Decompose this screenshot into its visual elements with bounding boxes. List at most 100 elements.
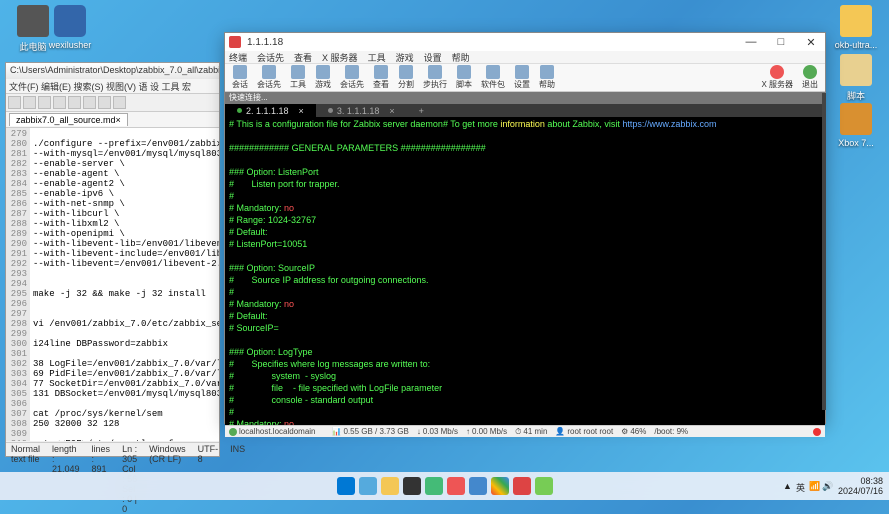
status-net-up: 0.00 Mb/s bbox=[472, 427, 507, 436]
xshell-tool-9[interactable]: 软件包 bbox=[478, 65, 508, 90]
taskbar-terminal[interactable] bbox=[403, 477, 421, 495]
npp-status-eol: Windows (CR LF) bbox=[149, 444, 186, 455]
tray-network-icon[interactable]: 📶 bbox=[809, 481, 819, 491]
xshell-window: 1.1.1.18 — □ ✕ 终端会话先查看X 服务器工具游戏设置帮助 会话会话… bbox=[224, 32, 826, 424]
tab-close-icon[interactable]: × bbox=[299, 106, 304, 116]
connection-dot-icon bbox=[328, 108, 333, 113]
xshell-right-gutter bbox=[822, 93, 826, 410]
clock-date: 2024/07/16 bbox=[838, 486, 883, 496]
npp-tool-new[interactable] bbox=[8, 96, 21, 109]
taskbar-clock[interactable]: 08:38 2024/07/16 bbox=[838, 476, 883, 496]
xshell-menu-item[interactable]: 帮助 bbox=[452, 51, 470, 63]
session-tab[interactable]: 2. 1.1.1.18 × bbox=[225, 104, 316, 117]
status-host: localhost.localdomain bbox=[239, 427, 316, 436]
taskbar-explorer[interactable] bbox=[381, 477, 399, 495]
taskbar-chrome[interactable] bbox=[491, 477, 509, 495]
xshell-tool-10[interactable]: 设置 bbox=[511, 65, 533, 90]
status-net-down: 0.03 Mb/s bbox=[423, 427, 458, 436]
xshell-session-tabs: 2. 1.1.1.18 ×3. 1.1.1.18 ×+ bbox=[225, 104, 825, 117]
minimize-icon[interactable]: — bbox=[741, 36, 761, 49]
xshell-menu-item[interactable]: 会话先 bbox=[257, 51, 284, 63]
desktop-icon-app[interactable]: wexilusher bbox=[42, 5, 98, 50]
npp-tool-copy[interactable] bbox=[68, 96, 81, 109]
exit-button[interactable]: 退出 bbox=[799, 65, 821, 90]
xshell-app-icon bbox=[229, 36, 241, 48]
new-tab-button[interactable]: + bbox=[407, 104, 436, 117]
npp-tool-cut[interactable] bbox=[53, 96, 66, 109]
xshell-tool-5[interactable]: 查看 bbox=[370, 65, 392, 90]
tab-close-icon[interactable]: × bbox=[389, 106, 394, 116]
xshell-tool-8[interactable]: 脚本 bbox=[453, 65, 475, 90]
npp-tabbar: zabbix7.0_all_source.md× bbox=[6, 112, 219, 128]
npp-tool-save[interactable] bbox=[38, 96, 51, 109]
windows-taskbar: ▲ 英 📶 🔊 08:38 2024/07/16 bbox=[0, 472, 889, 500]
xshell-terminal[interactable]: # This is a configuration file for Zabbi… bbox=[225, 117, 825, 425]
taskbar-center bbox=[337, 477, 553, 495]
npp-tool-undo[interactable] bbox=[98, 96, 111, 109]
status-alert-icon[interactable] bbox=[813, 428, 821, 436]
clock-time: 08:38 bbox=[838, 476, 883, 486]
xshell-menu-item[interactable]: 终端 bbox=[229, 51, 247, 63]
status-cpu: 46% bbox=[630, 427, 646, 436]
taskbar-app1[interactable] bbox=[425, 477, 443, 495]
npp-titlebar[interactable]: C:\Users\Administrator\Desktop\zabbix_7.… bbox=[6, 63, 219, 79]
npp-status-lines: lines : 891 bbox=[92, 444, 111, 455]
xshell-menu-item[interactable]: 游戏 bbox=[396, 51, 414, 63]
status-boot: /boot: 9% bbox=[654, 427, 688, 436]
xshell-tool-3[interactable]: 游戏 bbox=[312, 65, 334, 90]
xshell-menu-item[interactable]: 设置 bbox=[424, 51, 442, 63]
npp-status-pos: Ln : 305 Col : 56 Sel : 0 | 0 bbox=[122, 444, 137, 455]
close-icon[interactable]: ✕ bbox=[801, 36, 821, 49]
tray-volume-icon[interactable]: 🔊 bbox=[822, 481, 832, 491]
desktop-icon-xbox[interactable]: Xbox 7... bbox=[828, 103, 884, 148]
npp-menubar[interactable]: 文件(F) 编辑(E) 搜索(S) 视图(V) 语 设 工具 宏 bbox=[6, 79, 219, 94]
npp-status-enc: UTF-8 bbox=[198, 444, 219, 455]
xshell-tool-1[interactable]: 会话先 bbox=[254, 65, 284, 90]
maximize-icon[interactable]: □ bbox=[771, 36, 791, 49]
npp-toolbar bbox=[6, 94, 219, 112]
xshell-menubar: 终端会话先查看 X 服务器工具游戏设置帮助 bbox=[225, 51, 825, 64]
xserver-button[interactable]: X 服务器 bbox=[758, 65, 796, 90]
desktop-icon-folder2[interactable]: 脚本 bbox=[828, 54, 884, 102]
xshell-tool-2[interactable]: 工具 bbox=[287, 65, 309, 90]
start-button[interactable] bbox=[337, 477, 355, 495]
tray-icon[interactable]: ▲ bbox=[783, 481, 793, 491]
npp-code-area[interactable]: ./configure --prefix=/env001/zabbix_7.0 … bbox=[30, 128, 219, 441]
npp-tool-open[interactable] bbox=[23, 96, 36, 109]
xshell-title-text: 1.1.1.18 bbox=[247, 37, 283, 48]
icon-label: okb-ultra... bbox=[828, 40, 884, 50]
taskbar-search[interactable] bbox=[359, 477, 377, 495]
taskbar-edge[interactable] bbox=[469, 477, 487, 495]
tray-icons[interactable]: ▲ 英 📶 🔊 bbox=[783, 481, 832, 491]
taskbar-systray: ▲ 英 📶 🔊 08:38 2024/07/16 bbox=[783, 476, 883, 496]
desktop-icon-folder1[interactable]: okb-ultra... bbox=[828, 5, 884, 50]
connected-icon bbox=[229, 428, 237, 436]
xshell-menu-item[interactable]: 查看 bbox=[294, 51, 312, 63]
session-tab[interactable]: 3. 1.1.1.18 × bbox=[316, 104, 407, 117]
npp-status-mode: INS bbox=[230, 444, 245, 455]
status-time: 41 min bbox=[523, 427, 547, 436]
icon-label: Xbox 7... bbox=[828, 138, 884, 148]
taskbar-npp[interactable] bbox=[535, 477, 553, 495]
npp-line-gutter: 279 280 281 282 283 284 285 286 287 288 … bbox=[6, 128, 30, 441]
tray-lang[interactable]: 英 bbox=[796, 481, 806, 491]
xshell-tool-7[interactable]: 步执行 bbox=[420, 65, 450, 90]
npp-editor: 279 280 281 282 283 284 285 286 287 288 … bbox=[6, 128, 219, 441]
xshell-tool-4[interactable]: 会话先 bbox=[337, 65, 367, 90]
taskbar-xshell[interactable] bbox=[513, 477, 531, 495]
connection-dot-icon bbox=[237, 108, 242, 113]
xshell-tool-6[interactable]: 分割 bbox=[395, 65, 417, 90]
xshell-menu-item[interactable]: X 服务器 bbox=[322, 51, 358, 63]
npp-file-tab[interactable]: zabbix7.0_all_source.md× bbox=[9, 113, 128, 126]
xshell-tool-0[interactable]: 会话 bbox=[229, 65, 251, 90]
status-disk: 0.55 GB / 3.73 GB bbox=[343, 427, 408, 436]
xshell-titlebar[interactable]: 1.1.1.18 — □ ✕ bbox=[225, 33, 825, 51]
xshell-tool-11[interactable]: 帮助 bbox=[536, 65, 558, 90]
npp-tool-redo[interactable] bbox=[113, 96, 126, 109]
status-user: root root root bbox=[567, 427, 613, 436]
xshell-addressbar[interactable]: 快速连接... bbox=[225, 92, 825, 104]
npp-tool-paste[interactable] bbox=[83, 96, 96, 109]
xshell-menu-item[interactable]: 工具 bbox=[368, 51, 386, 63]
icon-label: 脚本 bbox=[828, 89, 884, 102]
taskbar-app2[interactable] bbox=[447, 477, 465, 495]
